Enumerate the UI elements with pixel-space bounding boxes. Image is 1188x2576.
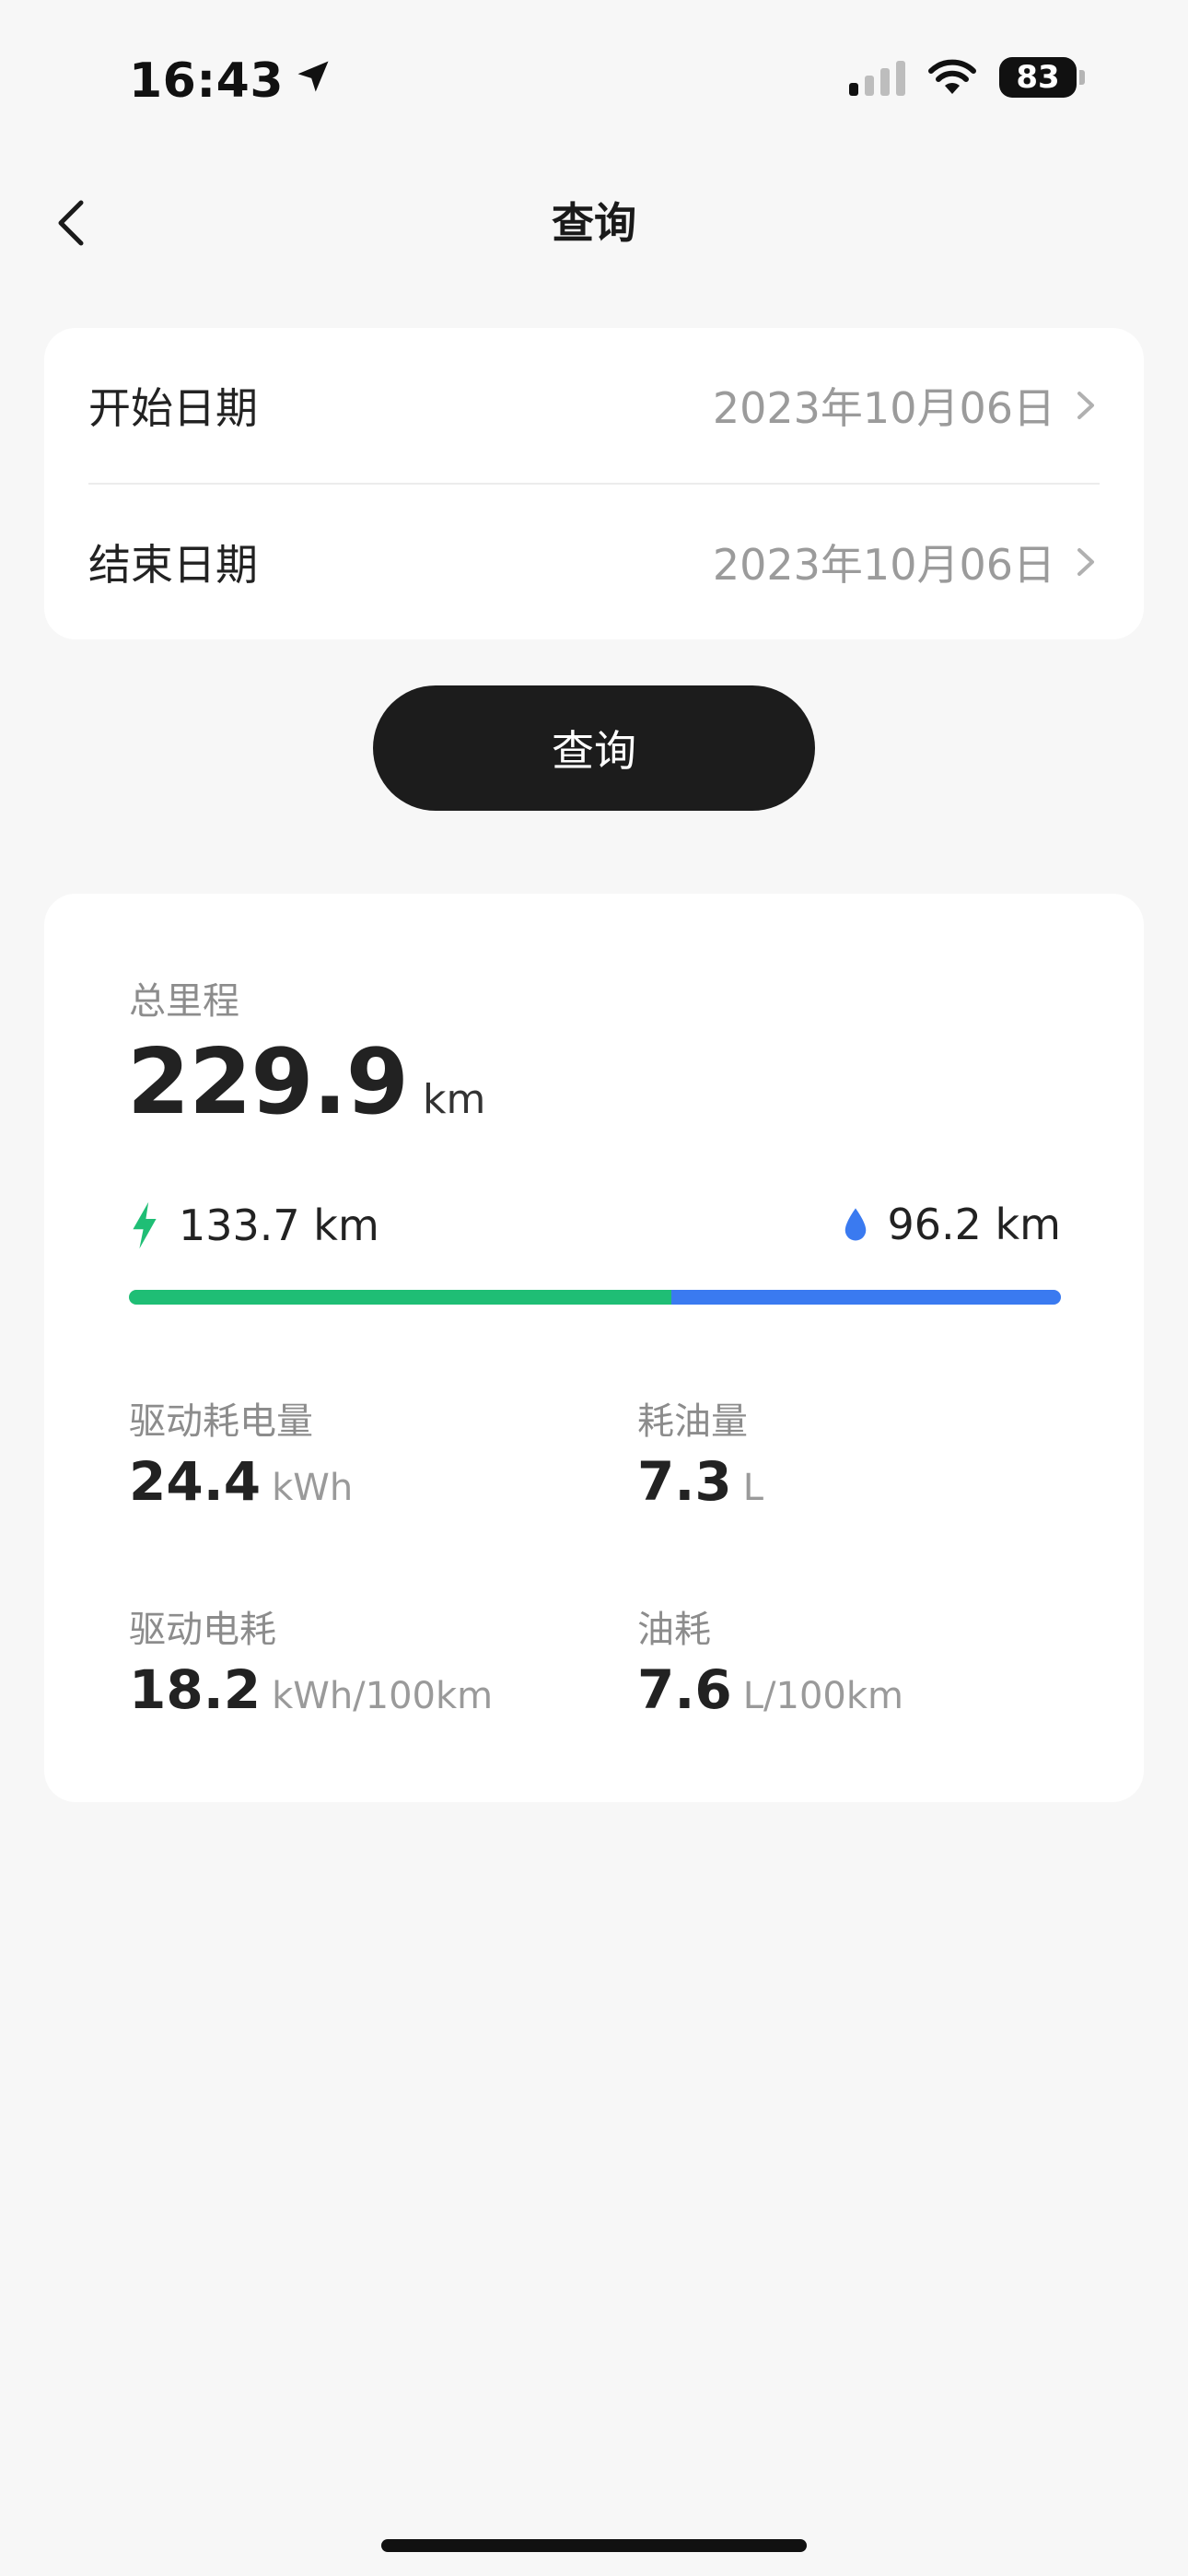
distance-split: 133.7 km 96.2 km	[129, 1200, 1061, 1255]
fuel-efficiency: 油耗 7.6 L/100km	[637, 1599, 903, 1721]
location-arrow-icon	[293, 53, 333, 109]
end-date-label: 结束日期	[88, 540, 258, 590]
metric-value: 18.2	[129, 1658, 262, 1721]
fuel-drop-icon	[842, 1206, 869, 1243]
distance-ratio-bar	[129, 1290, 1061, 1305]
fuel-distance-value: 96.2 km	[887, 1200, 1062, 1249]
total-mileage-unit: km	[422, 1076, 486, 1123]
date-range-card: 开始日期 2023年10月06日 结束日期 2023年10月06日	[44, 328, 1144, 639]
start-date-row[interactable]: 开始日期 2023年10月06日	[88, 328, 1100, 483]
metric-value: 7.6	[637, 1658, 732, 1721]
status-time-text: 16:43	[129, 53, 285, 109]
metric-unit: L/100km	[742, 1675, 903, 1717]
page-title: 查询	[552, 198, 636, 248]
wifi-icon	[926, 57, 979, 98]
chevron-right-icon	[1077, 548, 1094, 576]
metric-label: 驱动耗电量	[129, 1400, 313, 1443]
chevron-left-icon	[58, 200, 84, 246]
metric-label: 耗油量	[637, 1400, 748, 1443]
cellular-signal-icon	[849, 59, 905, 96]
end-date-row[interactable]: 结束日期 2023年10月06日	[88, 485, 1100, 639]
total-mileage: 229.9 km	[127, 1030, 485, 1135]
electric-distance: 133.7 km	[129, 1200, 379, 1251]
drive-energy-efficiency: 驱动电耗 18.2 kWh/100km	[129, 1599, 493, 1721]
end-date-value: 2023年10月06日	[712, 540, 1055, 590]
status-indicators: 83	[849, 57, 1085, 98]
fuel-ratio-fill	[670, 1290, 1061, 1305]
metric-label: 油耗	[637, 1609, 711, 1651]
status-time: 16:43	[129, 53, 333, 109]
electric-distance-value: 133.7 km	[179, 1200, 379, 1250]
lightning-bolt-icon	[129, 1200, 160, 1251]
fuel-consumption-total: 耗油量 7.3 L	[637, 1391, 763, 1513]
fuel-distance: 96.2 km	[842, 1200, 1062, 1249]
metric-unit: kWh	[272, 1467, 354, 1509]
total-mileage-label: 总里程	[129, 980, 239, 1023]
query-button[interactable]: 查询	[373, 685, 815, 811]
home-indicator[interactable]	[381, 2539, 807, 2552]
end-date-value-wrap: 2023年10月06日	[713, 532, 1100, 592]
metric-unit: L	[742, 1467, 764, 1509]
metric-label: 驱动电耗	[129, 1609, 276, 1651]
battery-icon: 83	[999, 57, 1085, 98]
metric-value: 24.4	[129, 1450, 262, 1513]
metric-unit: kWh/100km	[272, 1675, 494, 1717]
mileage-summary-card: 总里程 229.9 km 133.7 km 96.2 km 驱动耗电量 24.4…	[44, 894, 1144, 1802]
drive-energy-consumption: 驱动耗电量 24.4 kWh	[129, 1391, 353, 1513]
start-date-value: 2023年10月06日	[712, 383, 1055, 433]
start-date-label: 开始日期	[88, 383, 258, 433]
electric-ratio-fill	[129, 1290, 671, 1305]
status-bar: 16:43 83	[0, 0, 1188, 147]
total-mileage-value: 229.9	[127, 1030, 409, 1135]
chevron-right-icon	[1077, 392, 1094, 419]
query-page: 16:43 83 查询 开始日期 2023年10月06日 结束日期 2023年1…	[0, 0, 1188, 2576]
start-date-value-wrap: 2023年10月06日	[713, 375, 1100, 436]
battery-level: 83	[999, 57, 1077, 98]
back-button[interactable]	[48, 190, 92, 256]
metric-value: 7.3	[637, 1450, 732, 1513]
